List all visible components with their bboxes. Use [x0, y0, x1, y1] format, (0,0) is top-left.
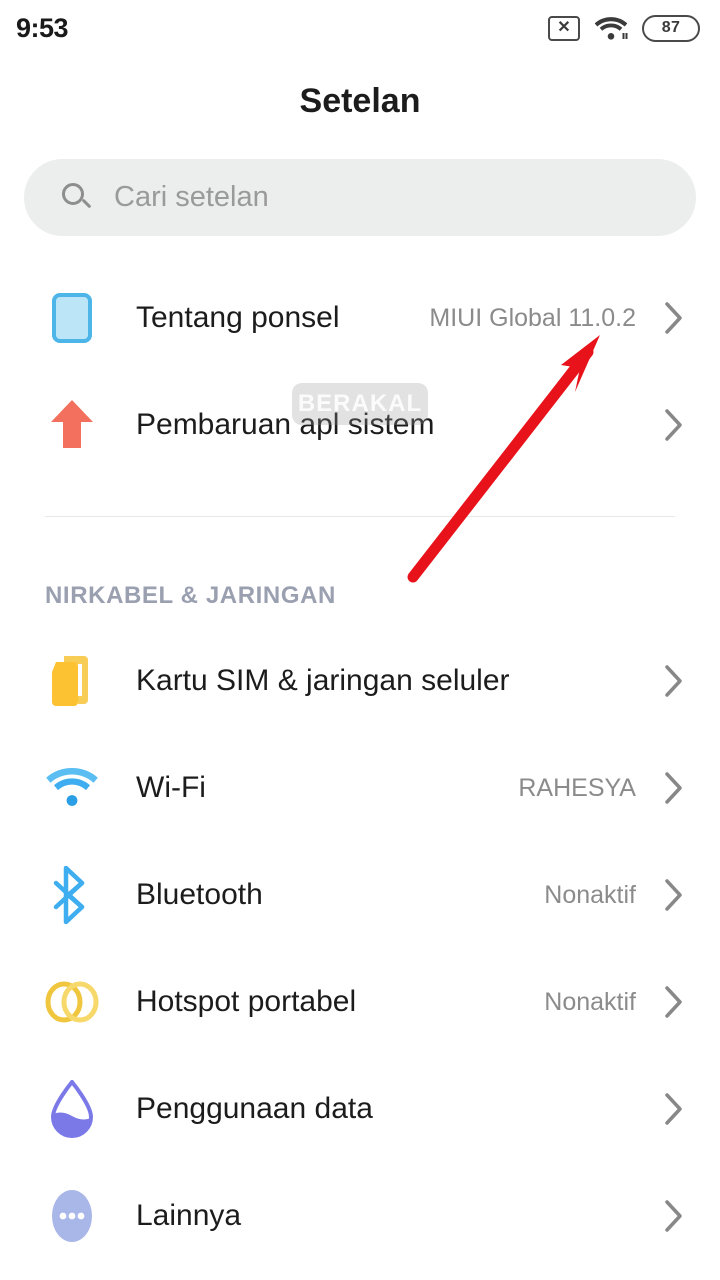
- battery-level-text: 87: [661, 19, 681, 36]
- section-header-nirkabel: NIRKABEL & JARINGAN: [45, 582, 336, 609]
- status-bar: 9:53 ✕ 87: [0, 0, 720, 56]
- settings-row-label: Penggunaan data: [136, 1092, 373, 1125]
- chevron-right-icon: [654, 408, 694, 442]
- settings-row-label: Hotspot portabel: [136, 985, 357, 1018]
- chevron-right-icon: [654, 878, 694, 912]
- watermark-overlay: BERAKAL: [292, 383, 428, 425]
- settings-row-value: Nonaktif: [544, 987, 636, 1016]
- status-icons-group: ✕ 87: [548, 14, 700, 42]
- settings-row-bluetooth[interactable]: Bluetooth Nonaktif: [0, 850, 720, 940]
- bluetooth-icon: [36, 865, 108, 925]
- chevron-right-icon: [654, 771, 694, 805]
- more-dots-icon: [36, 1186, 108, 1246]
- settings-row-kartu-sim[interactable]: Kartu SIM & jaringan seluler: [0, 636, 720, 726]
- settings-row-label: Tentang ponsel: [136, 301, 340, 334]
- settings-row-wifi[interactable]: Wi-Fi RAHESYA: [0, 743, 720, 833]
- chevron-right-icon: [654, 985, 694, 1019]
- settings-row-label: Wi-Fi: [136, 771, 206, 804]
- sim-x-glyph: ✕: [557, 19, 571, 36]
- section-divider: [45, 516, 675, 517]
- wifi-icon: [36, 758, 108, 818]
- settings-row-label: Bluetooth: [136, 878, 263, 911]
- hotspot-rings-icon: [36, 972, 108, 1032]
- up-arrow-icon: [36, 395, 108, 455]
- phone-outline-icon: [36, 288, 108, 348]
- settings-row-value: MIUI Global 11.0.2: [429, 303, 636, 332]
- search-icon: [62, 182, 92, 213]
- chevron-right-icon: [654, 664, 694, 698]
- sim-card-no-signal-icon: ✕: [548, 15, 580, 41]
- chevron-right-icon: [654, 1092, 694, 1126]
- settings-row-label: Kartu SIM & jaringan seluler: [136, 664, 510, 697]
- settings-row-label: Lainnya: [136, 1199, 242, 1232]
- battery-indicator: 87: [642, 14, 700, 42]
- settings-screen: 9:53 ✕ 87 Setelan Cari setelan Tentang p…: [0, 0, 720, 1280]
- water-drop-icon: [36, 1079, 108, 1139]
- wifi-icon: [594, 15, 628, 41]
- search-input[interactable]: Cari setelan: [24, 159, 696, 236]
- chevron-right-icon: [654, 301, 694, 335]
- page-title: Setelan: [299, 82, 421, 120]
- settings-row-penggunaan-data[interactable]: Penggunaan data: [0, 1064, 720, 1154]
- chevron-right-icon: [654, 1199, 694, 1233]
- settings-row-tentang-ponsel[interactable]: Tentang ponsel MIUI Global 11.0.2: [0, 273, 720, 363]
- status-clock: 9:53: [16, 12, 69, 43]
- settings-row-value: RAHESYA: [518, 773, 636, 802]
- settings-row-lainnya[interactable]: Lainnya: [0, 1171, 720, 1261]
- search-placeholder: Cari setelan: [114, 181, 269, 213]
- sim-cards-icon: [36, 651, 108, 711]
- settings-row-hotspot[interactable]: Hotspot portabel Nonaktif: [0, 957, 720, 1047]
- settings-row-value: Nonaktif: [544, 880, 636, 909]
